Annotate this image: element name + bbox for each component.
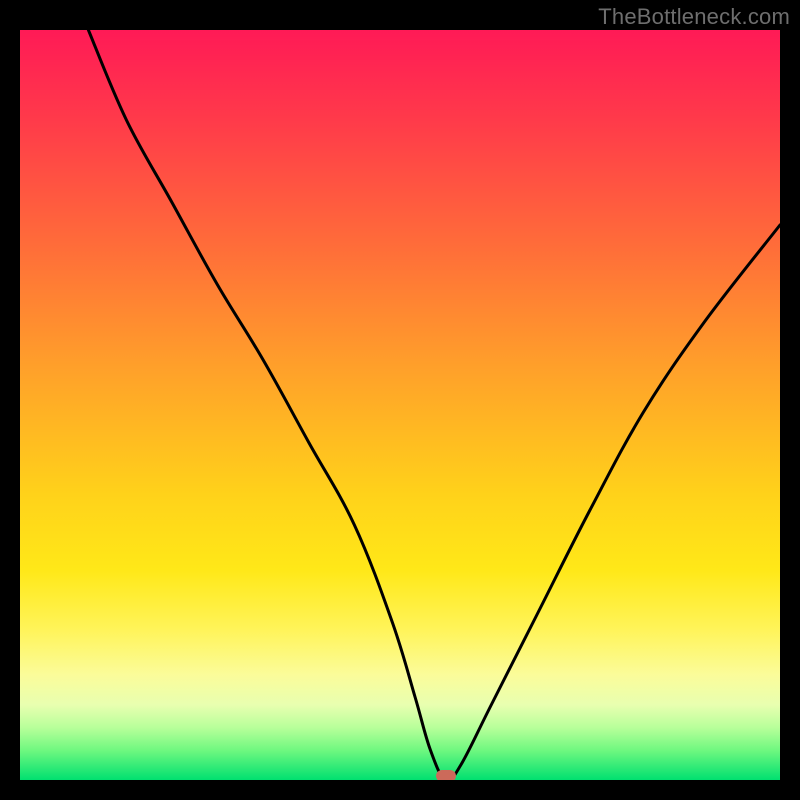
minimum-marker: [436, 770, 456, 780]
curve-path: [88, 30, 780, 780]
chart-frame: TheBottleneck.com: [0, 0, 800, 800]
watermark-text: TheBottleneck.com: [598, 4, 790, 30]
plot-area: [20, 30, 780, 780]
bottleneck-curve: [20, 30, 780, 780]
